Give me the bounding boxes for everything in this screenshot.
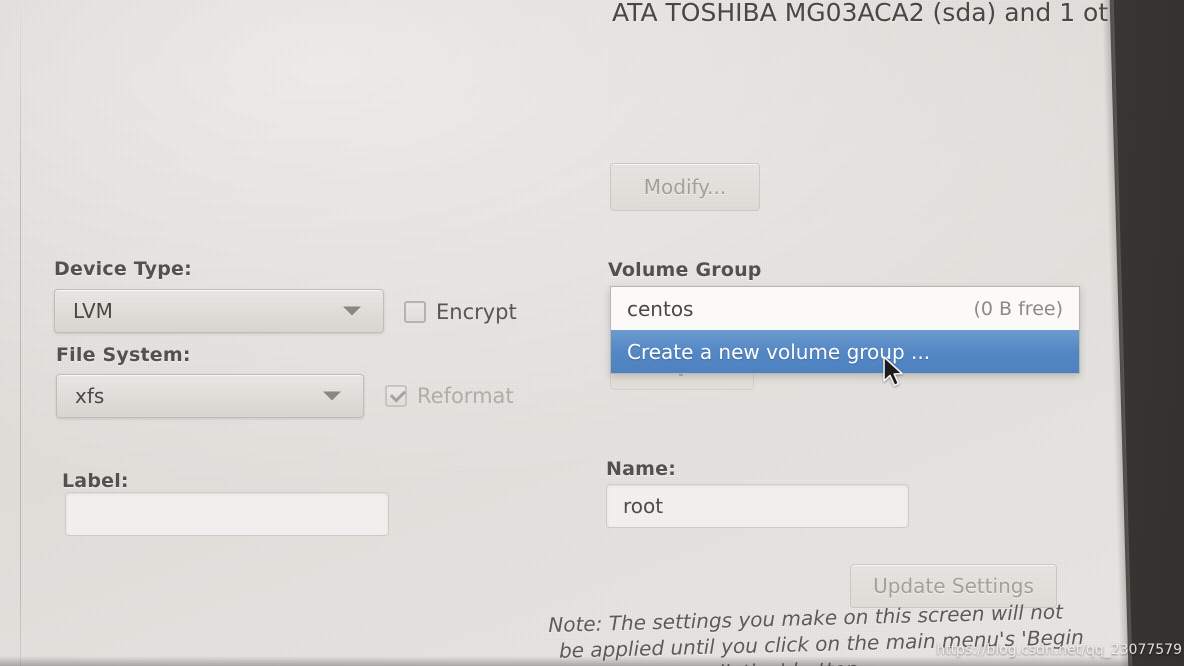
- file-system-label: File System:: [56, 344, 191, 366]
- encrypt-checkbox[interactable]: Encrypt: [404, 300, 517, 324]
- page-title: ATA TOSHIBA MG03ACA2 (sda) and 1 other: [612, 0, 1150, 27]
- photographed-installer-screen: ATA TOSHIBA MG03ACA2 (sda) and 1 other M…: [0, 0, 1184, 666]
- label-field-label: Label:: [62, 470, 129, 492]
- chevron-down-icon: [343, 306, 361, 316]
- volume-group-option-create-new[interactable]: Create a new volume group ...: [611, 330, 1079, 373]
- chevron-down-icon: [323, 391, 341, 401]
- volume-group-option-free: (0 B free): [973, 297, 1064, 320]
- watermark-text: https://blog.csdn.net/qq_23077579: [936, 642, 1182, 658]
- reformat-checkbox-box[interactable]: [385, 385, 407, 407]
- encrypt-checkbox-box[interactable]: [404, 301, 426, 323]
- panel-divider: [20, 0, 21, 666]
- label-input[interactable]: [65, 492, 389, 536]
- file-system-select[interactable]: xfs: [56, 374, 364, 418]
- volume-group-dropdown-list[interactable]: centos (0 B free) Create a new volume gr…: [610, 286, 1080, 374]
- volume-group-option-centos[interactable]: centos (0 B free): [611, 287, 1079, 330]
- mouse-cursor-icon: [883, 356, 903, 387]
- device-type-label: Device Type:: [54, 258, 192, 280]
- name-field-label: Name:: [606, 458, 677, 480]
- device-type-value: LVM: [73, 299, 113, 323]
- modify-button[interactable]: Modify...: [610, 163, 760, 211]
- reformat-checkbox[interactable]: Reformat: [385, 384, 514, 408]
- name-input[interactable]: root: [606, 484, 909, 528]
- file-system-value: xfs: [75, 384, 105, 408]
- volume-group-option-name: centos: [627, 296, 694, 321]
- reformat-label: Reformat: [417, 384, 514, 408]
- device-type-select[interactable]: LVM: [54, 289, 384, 333]
- name-input-value: root: [623, 494, 664, 518]
- encrypt-label: Encrypt: [436, 300, 517, 324]
- volume-group-label: Volume Group: [608, 259, 762, 281]
